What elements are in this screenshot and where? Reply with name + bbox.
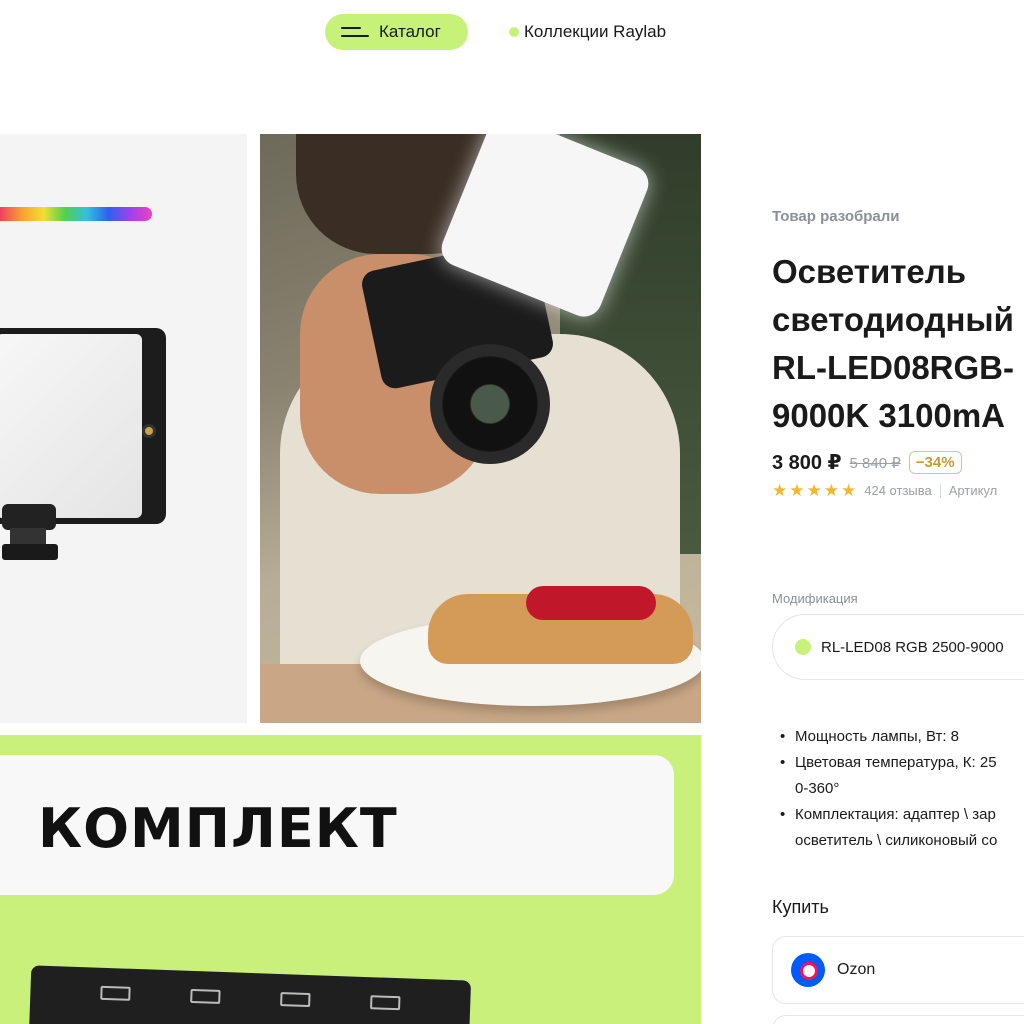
rgb-spectrum-bar bbox=[0, 207, 152, 221]
modification-value: RL-LED08 RGB 2500-9000 bbox=[821, 638, 1004, 656]
cold-shoe-mount bbox=[2, 504, 56, 530]
spec-item: Комплектация: адаптер \ зар bbox=[780, 802, 1024, 828]
kit-box-icon bbox=[370, 995, 401, 1011]
marketplace-name: Ozon bbox=[837, 961, 876, 978]
product-title-line: светодиодный bbox=[772, 301, 1014, 338]
catalog-label: Каталог bbox=[379, 22, 441, 41]
rating-stars: ★ ★ ★ ★ ★ bbox=[772, 482, 856, 499]
buy-marketplace-button[interactable] bbox=[772, 1015, 1024, 1024]
modification-select[interactable]: RL-LED08 RGB 2500-9000 bbox=[772, 614, 1024, 680]
spec-item: Цветовая температура, К: 25 bbox=[780, 750, 1024, 776]
spec-item-continued: осветитель \ силиконовый со bbox=[795, 832, 998, 849]
stock-status: Товар разобрали bbox=[772, 208, 900, 225]
rating-row: ★ ★ ★ ★ ★ 424 отзыва Артикул bbox=[772, 482, 997, 499]
modification-dot-icon bbox=[795, 639, 811, 655]
product-info: Товар разобрали Осветитель светодиодный … bbox=[772, 0, 1024, 1024]
kit-box-image bbox=[28, 965, 472, 1024]
led-panel-image bbox=[0, 328, 166, 524]
led-panel-screw bbox=[142, 424, 156, 438]
star-icon: ★ bbox=[806, 481, 822, 500]
spec-list: Мощность лампы, Вт: 8 Цветовая температу… bbox=[780, 724, 1024, 854]
gallery-image-kit[interactable]: КОМПЛЕКТ bbox=[0, 735, 701, 1024]
kit-banner-title: КОМПЛЕКТ bbox=[38, 797, 398, 860]
collections-link[interactable]: Коллекции Raylab bbox=[509, 20, 666, 44]
photo-camera-lens bbox=[430, 344, 550, 464]
product-title-line: Осветитель bbox=[772, 253, 967, 290]
photo-berries bbox=[526, 586, 656, 620]
buy-heading: Купить bbox=[772, 897, 829, 917]
product-title: Осветитель светодиодный RL-LED08RGB- 900… bbox=[772, 248, 1024, 440]
catalog-button[interactable]: Каталог bbox=[325, 14, 468, 50]
star-icon: ★ bbox=[789, 481, 805, 500]
reviews-link[interactable]: 424 отзыва bbox=[864, 483, 932, 498]
buy-ozon-button[interactable]: Ozon bbox=[772, 936, 1024, 1004]
kit-box-icon bbox=[100, 985, 131, 1001]
star-icon: ★ bbox=[841, 481, 857, 500]
modification-label: Модификация bbox=[772, 591, 858, 606]
led-panel-screen bbox=[0, 334, 142, 518]
gallery-image-photographer[interactable] bbox=[260, 134, 701, 723]
kit-box-icon bbox=[280, 992, 311, 1008]
divider bbox=[939, 483, 941, 498]
collections-label: Коллекции Raylab bbox=[524, 22, 667, 41]
ozon-logo-icon bbox=[791, 953, 825, 987]
price-row: 3 800 ₽ 5 840 ₽ −34% bbox=[772, 450, 962, 475]
cold-shoe-base bbox=[2, 544, 58, 560]
product-title-line: 9000K 3100mA bbox=[772, 397, 1005, 434]
star-icon: ★ bbox=[823, 481, 839, 500]
product-title-line: RL-LED08RGB- bbox=[772, 349, 1015, 386]
kit-banner-card: КОМПЛЕКТ bbox=[0, 755, 674, 895]
discount-badge: −34% bbox=[908, 451, 962, 474]
collections-dot-icon bbox=[509, 27, 519, 37]
article-label: Артикул bbox=[948, 483, 998, 498]
spec-item-continued: 0-360° bbox=[795, 780, 840, 797]
menu-icon bbox=[341, 26, 369, 38]
spec-item: Мощность лампы, Вт: 8 bbox=[780, 724, 1024, 750]
price-current: 3 800 ₽ bbox=[772, 452, 842, 474]
star-icon: ★ bbox=[772, 481, 788, 500]
kit-box-icon bbox=[190, 988, 221, 1004]
price-old: 5 840 ₽ bbox=[849, 454, 901, 472]
